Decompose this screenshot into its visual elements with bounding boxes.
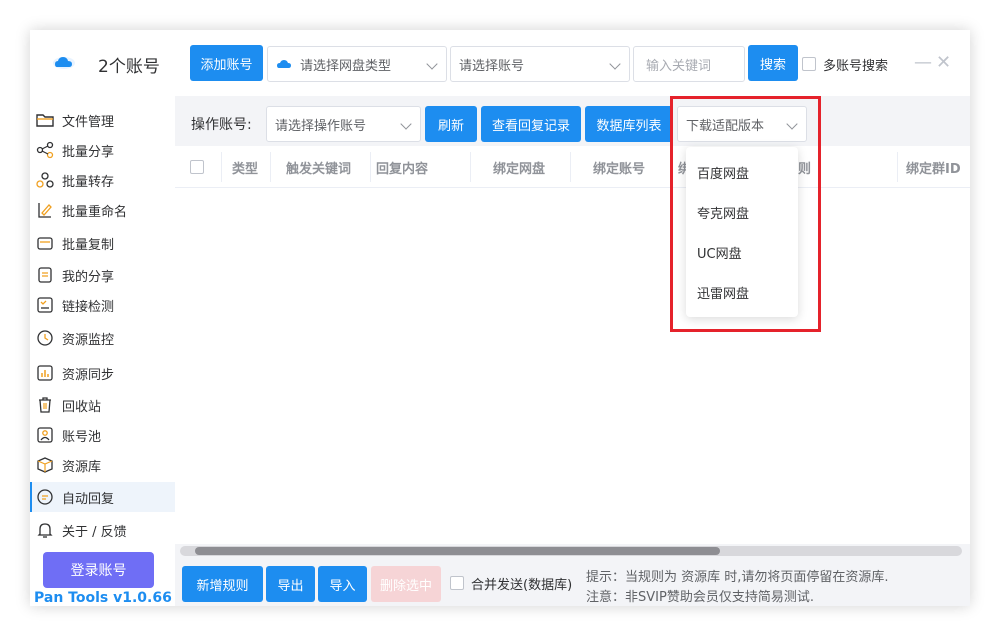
- sidebar-item-batch-transfer[interactable]: 批量转存: [30, 165, 175, 195]
- multi-search-checkbox[interactable]: [802, 57, 816, 71]
- highlight-box: [670, 96, 821, 332]
- keyword-placeholder: 输入关键词: [646, 58, 712, 74]
- disk-type-select[interactable]: 请选择网盘类型: [267, 46, 447, 82]
- column-header[interactable]: 绑定群ID: [906, 146, 961, 188]
- column-header[interactable]: 触发关键词: [286, 146, 351, 188]
- sidebar-item-label: 资源库: [62, 459, 102, 475]
- account-placeholder: 请选择账号: [459, 58, 525, 74]
- sidebar-item-batch-share[interactable]: 批量分享: [30, 135, 175, 165]
- merge-send-label: 合并发送(数据库): [471, 578, 573, 593]
- bell-icon: [36, 521, 54, 539]
- monitor-icon: [36, 329, 54, 347]
- sidebar-item-link-check[interactable]: 链接检测: [30, 290, 175, 320]
- sidebar-item-label: 我的分享: [62, 269, 115, 285]
- sidebar-item-label: 资源同步: [62, 367, 115, 383]
- cloud-icon: [277, 60, 291, 68]
- sidebar-item-label: 批量转存: [62, 174, 115, 190]
- column-header[interactable]: 类型: [232, 146, 258, 188]
- sidebar-item-account-pool[interactable]: 账号池: [30, 420, 175, 450]
- reply-log-button[interactable]: 查看回复记录: [481, 106, 581, 142]
- sidebar-item-recycle-bin[interactable]: 回收站: [30, 390, 175, 420]
- sidebar-item-batch-rename[interactable]: 批量重命名: [30, 195, 175, 225]
- delete-selected-button[interactable]: 删除选中: [371, 566, 441, 602]
- logo-area: 2个账号: [30, 30, 175, 96]
- share-icon: [36, 141, 54, 159]
- table-body: [175, 188, 970, 544]
- sidebar-item-label: 自动回复: [62, 491, 115, 507]
- sync-icon: [36, 364, 54, 382]
- horizontal-scrollbar[interactable]: [180, 546, 962, 556]
- column-header[interactable]: 绑定网盘: [493, 146, 545, 188]
- copy-icon: [36, 234, 54, 252]
- sidebar-item-batch-copy[interactable]: 批量复制: [30, 228, 175, 258]
- disk-type-placeholder: 请选择网盘类型: [300, 58, 392, 74]
- cloud-logo-icon: [53, 57, 75, 69]
- sidebar-item-label: 回收站: [62, 399, 102, 415]
- add-rule-button[interactable]: 新增规则: [182, 566, 263, 602]
- select-all-checkbox[interactable]: [190, 160, 204, 174]
- import-button[interactable]: 导入: [318, 566, 367, 602]
- sidebar-item-label: 资源监控: [62, 332, 115, 348]
- account-count: 2个账号: [98, 57, 160, 77]
- chevron-down-icon: [609, 58, 621, 70]
- tip-line-2: 注意：非SVIP赞助会员仅支持简易测试.: [586, 590, 814, 605]
- my-share-icon: [36, 266, 54, 284]
- main-panel: 操作账号: 请选择操作账号 刷新 查看回复记录 数据库列表 下载适配版本 类型 …: [175, 96, 970, 606]
- keyword-input[interactable]: 输入关键词: [633, 46, 745, 82]
- app-window: 2个账号 添加账号 请选择网盘类型 请选择账号 输入关键词 搜索 多账号搜索 —…: [30, 30, 970, 606]
- login-button[interactable]: 登录账号: [43, 552, 154, 588]
- column-header[interactable]: 回复内容: [376, 146, 428, 188]
- auto-reply-icon: [36, 488, 54, 506]
- op-account-select[interactable]: 请选择操作账号: [266, 106, 421, 142]
- sidebar-item-label: 关于 / 反馈: [62, 524, 127, 540]
- column-header[interactable]: 绑定账号: [593, 146, 645, 188]
- add-account-button[interactable]: 添加账号: [190, 45, 263, 81]
- op-account-placeholder: 请选择操作账号: [275, 118, 367, 134]
- sidebar-item-label: 批量复制: [62, 237, 115, 253]
- link-check-icon: [36, 296, 54, 314]
- minimize-icon[interactable]: —: [914, 52, 932, 73]
- sidebar-item-about-feedback[interactable]: 关于 / 反馈: [30, 515, 175, 545]
- multi-search-label: 多账号搜索: [823, 59, 889, 74]
- scrollbar-thumb[interactable]: [195, 547, 720, 555]
- library-icon: [36, 456, 54, 474]
- database-list-button[interactable]: 数据库列表: [585, 106, 673, 142]
- rename-icon: [36, 201, 54, 219]
- sidebar-item-auto-reply[interactable]: 自动回复: [30, 482, 175, 512]
- sidebar: 文件管理 批量分享 批量转存 批量重命名 批量复制 我的分享 链接检测 资源监控…: [30, 96, 175, 606]
- sidebar-item-label: 链接检测: [62, 299, 115, 315]
- tip-line-1: 提示：当规则为 资源库 时,请勿将页面停留在资源库.: [586, 570, 889, 585]
- trash-icon: [36, 396, 54, 414]
- sidebar-item-label: 账号池: [62, 429, 102, 445]
- refresh-button[interactable]: 刷新: [425, 106, 477, 142]
- sidebar-item-label: 文件管理: [62, 114, 115, 130]
- sidebar-item-resource-sync[interactable]: 资源同步: [30, 358, 175, 388]
- merge-send-checkbox[interactable]: [450, 576, 464, 590]
- sidebar-item-file-manage[interactable]: 文件管理: [30, 105, 175, 135]
- sidebar-item-resource-library[interactable]: 资源库: [30, 450, 175, 480]
- folder-icon: [36, 111, 54, 129]
- sidebar-item-label: 批量重命名: [62, 204, 128, 220]
- sidebar-item-resource-monitor[interactable]: 资源监控: [30, 323, 175, 353]
- export-button[interactable]: 导出: [266, 566, 315, 602]
- table-header: 类型 触发关键词 回复内容 绑定网盘 绑定账号 绑 则 绑定群ID: [175, 146, 970, 188]
- search-button[interactable]: 搜索: [748, 45, 798, 81]
- op-account-label: 操作账号:: [191, 117, 252, 133]
- sidebar-item-label: 批量分享: [62, 144, 115, 160]
- account-pool-icon: [36, 426, 54, 444]
- sidebar-item-my-share[interactable]: 我的分享: [30, 260, 175, 290]
- transfer-icon: [36, 171, 54, 189]
- close-icon[interactable]: ✕: [936, 52, 951, 73]
- chevron-down-icon: [426, 58, 438, 70]
- account-select[interactable]: 请选择账号: [450, 46, 630, 82]
- chevron-down-icon: [400, 118, 412, 130]
- version-label: Pan Tools v1.0.66: [34, 590, 172, 606]
